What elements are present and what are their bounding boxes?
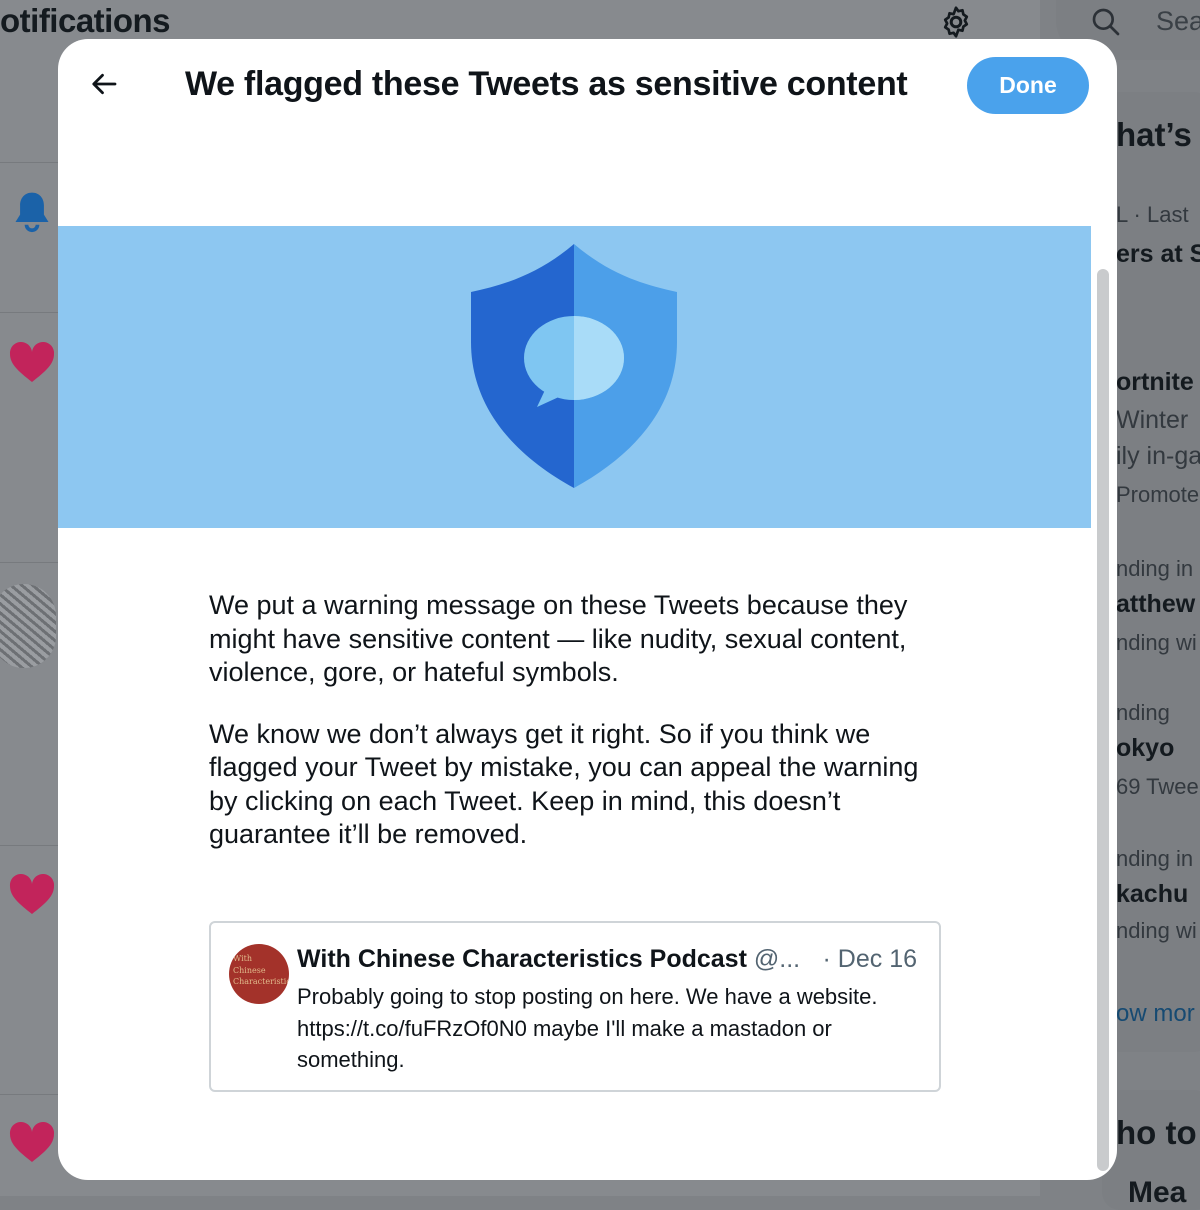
- shield-speech-bubble-icon: [471, 244, 677, 488]
- trend-context: nding in: [1116, 556, 1194, 581]
- divider: [0, 162, 60, 163]
- done-button[interactable]: Done: [967, 57, 1089, 114]
- divider: [0, 845, 60, 846]
- tweet-handle: @...: [753, 945, 801, 973]
- trend-promoted-label: Promote: [1116, 482, 1200, 507]
- show-more-link[interactable]: ow mor: [1116, 1000, 1195, 1028]
- trend-meta: nding wi: [1116, 630, 1197, 655]
- avatar: [0, 584, 56, 668]
- follow-suggestion-name[interactable]: Mea: [1128, 1176, 1186, 1210]
- divider: [0, 1094, 60, 1095]
- trend-title[interactable]: atthew: [1116, 590, 1195, 619]
- who-to-follow-heading: ho to: [1116, 1114, 1197, 1151]
- tweet-author-name: With Chinese Characteristics Podcast: [297, 945, 747, 973]
- back-arrow-icon: [92, 73, 117, 95]
- back-button[interactable]: [84, 63, 126, 105]
- dialog-header: We flagged these Tweets as sensitive con…: [58, 39, 1117, 139]
- heart-icon: [9, 341, 55, 382]
- trend-context: nding: [1116, 700, 1170, 725]
- dialog-title: We flagged these Tweets as sensitive con…: [185, 65, 908, 103]
- divider: [0, 312, 60, 313]
- avatar: With Chinese Characteristics: [229, 944, 289, 1004]
- trend-context: L · Last: [1116, 202, 1189, 227]
- scrollbar[interactable]: [1097, 269, 1109, 1171]
- trend-title[interactable]: okyo: [1116, 734, 1174, 763]
- trend-description: Winter: [1116, 406, 1189, 434]
- heart-icon: [9, 1121, 55, 1162]
- trend-description: ily in-ga: [1116, 442, 1200, 470]
- divider: [0, 562, 60, 563]
- explanation-paragraph: We put a warning message on these Tweets…: [209, 590, 908, 687]
- trends-heading: hat’s: [1116, 116, 1192, 153]
- settings-gear-icon[interactable]: [938, 4, 974, 40]
- explanation-paragraph: We know we don’t always get it right. So…: [209, 718, 919, 850]
- search-icon: [1092, 8, 1120, 36]
- flagged-tweet-card[interactable]: With Chinese Characteristics With Chines…: [209, 921, 941, 1092]
- explanation-text: We put a warning message on these Tweets…: [209, 589, 939, 880]
- bell-icon: [15, 192, 49, 232]
- notifications-heading: otifications: [0, 2, 171, 39]
- hero-illustration-banner: [58, 226, 1091, 528]
- trend-title[interactable]: kachu: [1116, 880, 1188, 909]
- sensitive-content-dialog: We flagged these Tweets as sensitive con…: [58, 39, 1117, 1180]
- tweet-header: With Chinese Characteristics Podcast @..…: [297, 945, 917, 974]
- trend-meta: 69 Twee: [1116, 774, 1199, 799]
- tweet-text: Probably going to stop posting on here. …: [297, 984, 878, 1072]
- trend-title[interactable]: ortnite: [1116, 368, 1194, 397]
- trend-title[interactable]: ers at S: [1116, 240, 1200, 269]
- tweet-date: · Dec 16: [816, 945, 917, 974]
- heart-icon: [9, 873, 55, 914]
- search-placeholder: Sea: [1156, 6, 1200, 36]
- trend-context: nding in: [1116, 846, 1194, 871]
- trend-meta: nding wi: [1116, 918, 1197, 943]
